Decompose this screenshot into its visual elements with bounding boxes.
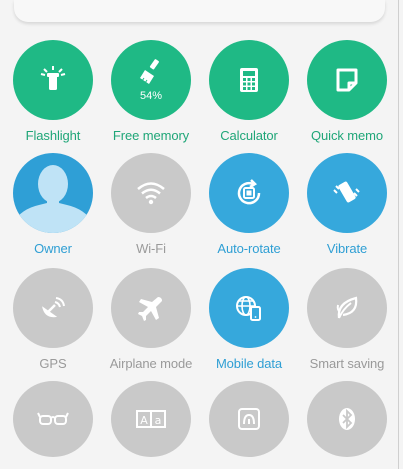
svg-text:a: a [155, 414, 162, 427]
calculator-label: Calculator [220, 128, 278, 143]
flashlight-icon [40, 66, 66, 90]
leaf-icon [336, 296, 358, 319]
mobile-data-icon [236, 296, 261, 321]
tile-auto-rotate[interactable]: Auto-rotate [200, 149, 298, 264]
bluetooth-icon [339, 408, 355, 430]
screen-edge-divider [398, 0, 399, 469]
auto-rotate-icon [237, 179, 261, 205]
vibrate-button[interactable] [307, 153, 387, 233]
gps-label: GPS [39, 356, 67, 371]
bluetooth-button[interactable] [307, 381, 387, 457]
tile-calculator[interactable]: Calculator [200, 36, 298, 149]
airplane-icon [138, 297, 162, 321]
auto-rotate-label: Auto-rotate [217, 241, 281, 256]
tile-gps[interactable]: GPS [4, 264, 102, 377]
calculator-icon [240, 68, 258, 92]
tile-free-memory[interactable]: 54% Free memory [102, 36, 200, 149]
flashlight-label: Flashlight [25, 128, 81, 143]
reading-mode-button[interactable] [13, 381, 93, 457]
font-size-icon: A a [136, 410, 166, 428]
owner-label: Owner [34, 241, 72, 256]
wifi-icon [137, 182, 165, 205]
tile-wifi[interactable]: Wi-Fi [102, 149, 200, 264]
airplane-mode-button[interactable] [111, 268, 191, 348]
nfc-icon [238, 408, 260, 430]
tile-nfc[interactable] [200, 377, 298, 457]
free-memory-button[interactable]: 54% [111, 40, 191, 120]
tile-reading-mode[interactable] [4, 377, 102, 457]
nfc-button[interactable] [209, 381, 289, 457]
airplane-mode-label: Airplane mode [109, 356, 193, 371]
gps-button[interactable] [13, 268, 93, 348]
tile-quick-memo[interactable]: Quick memo [298, 36, 396, 149]
font-size-button[interactable]: A a [111, 381, 191, 457]
smart-saving-label: Smart saving [309, 356, 385, 371]
user-avatar-icon [13, 165, 93, 233]
tile-flashlight[interactable]: Flashlight [4, 36, 102, 149]
gps-icon [42, 297, 65, 318]
svg-text:A: A [140, 414, 148, 427]
mobile-data-button[interactable] [209, 268, 289, 348]
wifi-button[interactable] [111, 153, 191, 233]
free-memory-percent: 54% [139, 90, 163, 102]
free-memory-label: Free memory [112, 128, 190, 143]
mobile-data-label: Mobile data [215, 356, 283, 371]
quick-settings-grid: Flashlight 54% Free memory Calculator Qu… [4, 36, 396, 457]
tile-font-size[interactable]: A a [102, 377, 200, 457]
tile-smart-saving[interactable]: Smart saving [298, 264, 396, 377]
smart-saving-button[interactable] [307, 268, 387, 348]
flashlight-button[interactable] [13, 40, 93, 120]
tile-bluetooth[interactable] [298, 377, 396, 457]
broom-icon [140, 59, 159, 84]
tile-vibrate[interactable]: Vibrate [298, 149, 396, 264]
wifi-label: Wi-Fi [136, 241, 166, 256]
memo-icon [336, 68, 358, 92]
tile-mobile-data[interactable]: Mobile data [200, 264, 298, 377]
reading-glasses-icon [37, 412, 69, 425]
calculator-button[interactable] [209, 40, 289, 120]
quick-memo-label: Quick memo [311, 128, 383, 143]
vibrate-icon [333, 181, 360, 203]
tile-owner[interactable]: Owner [4, 149, 102, 264]
tile-airplane-mode[interactable]: Airplane mode [102, 264, 200, 377]
vibrate-label: Vibrate [326, 241, 368, 256]
auto-rotate-button[interactable] [209, 153, 289, 233]
quick-memo-button[interactable] [307, 40, 387, 120]
top-panel-edge [14, 0, 385, 22]
owner-button[interactable] [13, 153, 93, 233]
